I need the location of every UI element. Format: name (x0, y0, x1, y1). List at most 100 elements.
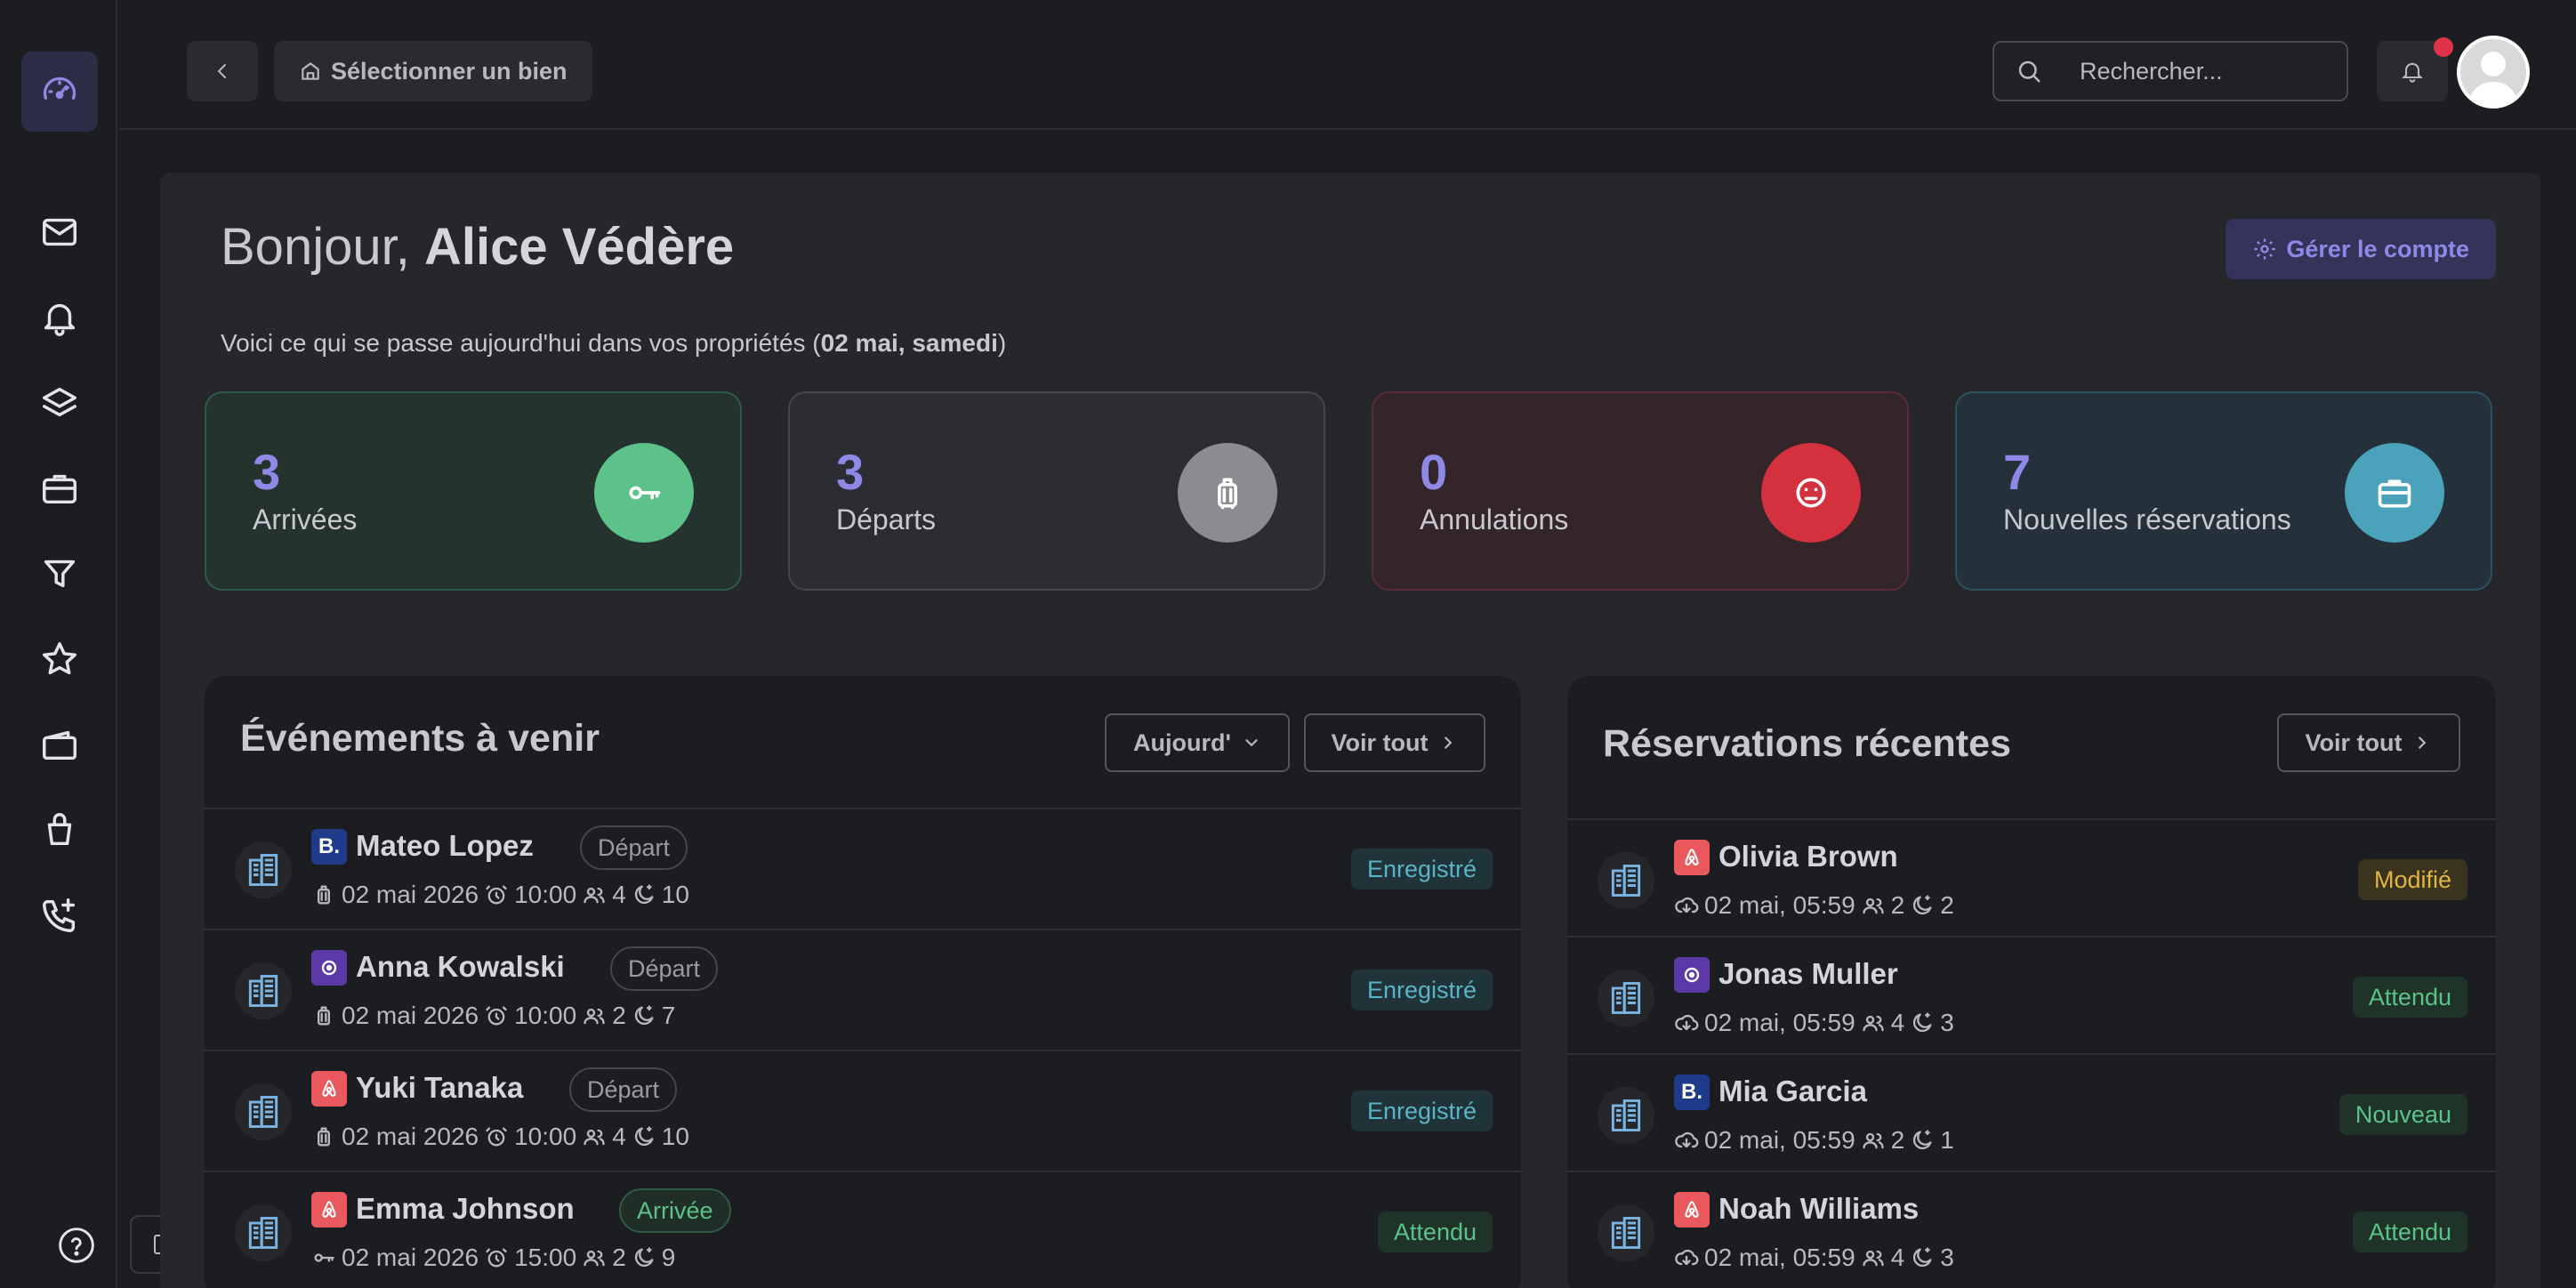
event-type-tag: Départ (610, 946, 719, 991)
building-icon (1611, 1099, 1641, 1131)
event-meta: 02 mai 2026 10:00 4 10 (311, 881, 689, 909)
event-type-tag: Départ (569, 1067, 678, 1112)
luggage-icon (318, 1127, 330, 1147)
user-name: Alice Védère (423, 218, 735, 276)
guest-count: 4 (612, 1123, 626, 1150)
wallet-icon (43, 730, 76, 761)
event-meta: 02 mai 2026 15:00 2 9 (311, 1244, 675, 1272)
search-icon (2018, 60, 2041, 83)
user-avatar[interactable] (2457, 36, 2530, 109)
stat-value: 3 (836, 444, 865, 500)
users-icon (1863, 1250, 1884, 1267)
event-row[interactable]: B. Mateo Lopez Départ 02 mai 2026 10:00 … (205, 808, 1521, 927)
dashboard-panel: Bonjour, Alice Védère Gérer le compte Vo… (160, 173, 2540, 1288)
event-meta: 02 mai 2026 10:00 4 10 (311, 1123, 689, 1151)
night-count: 10 (661, 881, 689, 908)
stat-card-arrivals[interactable]: 3 Arrivées (205, 391, 742, 591)
filter-icon (44, 559, 76, 588)
event-date: 02 mai 2026 (342, 1244, 479, 1271)
reservation-row[interactable]: Noah Williams 02 mai, 05:59 4 3 Attendu (1567, 1171, 2496, 1288)
help-circle-icon (59, 1228, 94, 1263)
building-icon-wrap (235, 962, 292, 1019)
help-button[interactable] (57, 1226, 96, 1265)
select-property-button[interactable]: Sélectionner un bien (274, 41, 592, 101)
stat-card-new-reservations[interactable]: 7 Nouvelles réservations (1955, 391, 2492, 591)
stat-card-departures[interactable]: 3 Départs (788, 391, 1325, 591)
sidebar-item-shop[interactable] (21, 799, 98, 861)
users-icon (584, 1129, 605, 1146)
search-box[interactable] (1992, 41, 2348, 101)
stat-label: Arrivées (253, 503, 358, 535)
stat-value: 3 (253, 444, 281, 500)
moon-icon (1913, 1130, 1932, 1150)
select-property-label: Sélectionner un bien (331, 57, 568, 85)
building-icon (248, 975, 278, 1007)
alarm-clock-icon (486, 885, 507, 905)
event-row[interactable]: Anna Kowalski Départ 02 mai 2026 10:00 2… (205, 929, 1521, 1048)
status-badge: Enregistré (1350, 970, 1493, 1010)
status-badge: Attendu (2352, 1212, 2467, 1252)
status-badge: Nouveau (2339, 1094, 2467, 1135)
reservation-row[interactable]: Jonas Muller 02 mai, 05:59 4 3 Attendu (1567, 936, 2496, 1055)
stat-value: 7 (2003, 444, 2032, 500)
reservations-see-all-button[interactable]: Voir tout (2277, 713, 2460, 772)
events-filter-dropdown[interactable]: Aujourd' (1105, 713, 1290, 772)
airbnb-icon (1674, 1192, 1710, 1228)
stat-card-cancellations[interactable]: 0 Annulations (1372, 391, 1909, 591)
status-badge: Modifié (2357, 859, 2467, 900)
reservation-meta: 02 mai, 05:59 2 1 (1674, 1126, 1954, 1155)
stat-icon-wrap (1761, 443, 1861, 543)
moon-icon (1913, 895, 1932, 915)
event-date: 02 mai 2026 (342, 881, 479, 908)
channel-icon (1674, 957, 1710, 993)
sidebar-item-filters[interactable] (21, 543, 98, 605)
stat-icon-wrap (594, 443, 694, 543)
events-see-all-button[interactable]: Voir tout (1304, 713, 1485, 772)
chevron-right-icon (1445, 737, 1453, 749)
event-row[interactable]: Yuki Tanaka Départ 02 mai 2026 10:00 4 1… (205, 1050, 1521, 1169)
search-input[interactable] (2080, 57, 2320, 85)
event-row[interactable]: Emma Johnson Arrivée 02 mai 2026 15:00 2… (205, 1171, 1521, 1288)
sidebar-item-properties[interactable] (21, 372, 98, 434)
moon-icon (634, 1247, 654, 1268)
speedometer-icon (43, 76, 76, 100)
guest-name: Yuki Tanaka (356, 1071, 524, 1104)
guest-name: Jonas Muller (1719, 957, 1898, 990)
users-icon (584, 1008, 605, 1025)
guest-name: Noah Williams (1719, 1192, 1920, 1225)
event-date: 02 mai 2026 (342, 1123, 479, 1150)
reservation-row[interactable]: B. Mia Garcia 02 mai, 05:59 2 1 Nouveau (1567, 1053, 2496, 1172)
reservation-date: 02 mai, 05:59 (1704, 1009, 1856, 1036)
mail-icon (43, 218, 76, 246)
guest-count: 2 (1890, 1126, 1905, 1154)
alarm-clock-icon (486, 1006, 507, 1026)
filter-label: Aujourd' (1133, 729, 1231, 756)
sidebar (0, 0, 117, 1288)
manage-account-button[interactable]: Gérer le compte (2226, 219, 2496, 279)
sidebar-item-reservations[interactable] (21, 457, 98, 519)
dashboard-nav-button[interactable] (21, 52, 98, 132)
sidebar-item-wallet[interactable] (21, 713, 98, 776)
building-icon-wrap (1598, 1087, 1654, 1144)
status-badge: Enregistré (1350, 1091, 1493, 1131)
stat-icon-wrap (1178, 443, 1277, 543)
moon-icon (634, 1126, 654, 1147)
sidebar-item-calls[interactable] (21, 884, 98, 946)
back-button[interactable] (187, 41, 258, 101)
building-icon-wrap (235, 841, 292, 898)
building-icon (1611, 1217, 1641, 1249)
sidebar-item-reviews[interactable] (21, 628, 98, 690)
building-icon-wrap (235, 1204, 292, 1261)
chevron-left-icon (217, 64, 226, 78)
briefcase-icon (2378, 479, 2411, 508)
star-icon (43, 642, 76, 675)
event-meta: 02 mai 2026 10:00 2 7 (311, 1002, 675, 1030)
reservation-row[interactable]: Olivia Brown 02 mai, 05:59 2 2 Modifié (1567, 818, 2496, 938)
sidebar-item-messages[interactable] (21, 201, 98, 263)
night-count: 3 (1940, 1009, 1954, 1036)
stat-icon-wrap (2345, 443, 2444, 543)
sidebar-item-notifications[interactable] (21, 286, 98, 349)
status-badge: Attendu (2352, 977, 2467, 1018)
moon-icon (634, 1005, 654, 1026)
event-time: 15:00 (514, 1244, 577, 1271)
